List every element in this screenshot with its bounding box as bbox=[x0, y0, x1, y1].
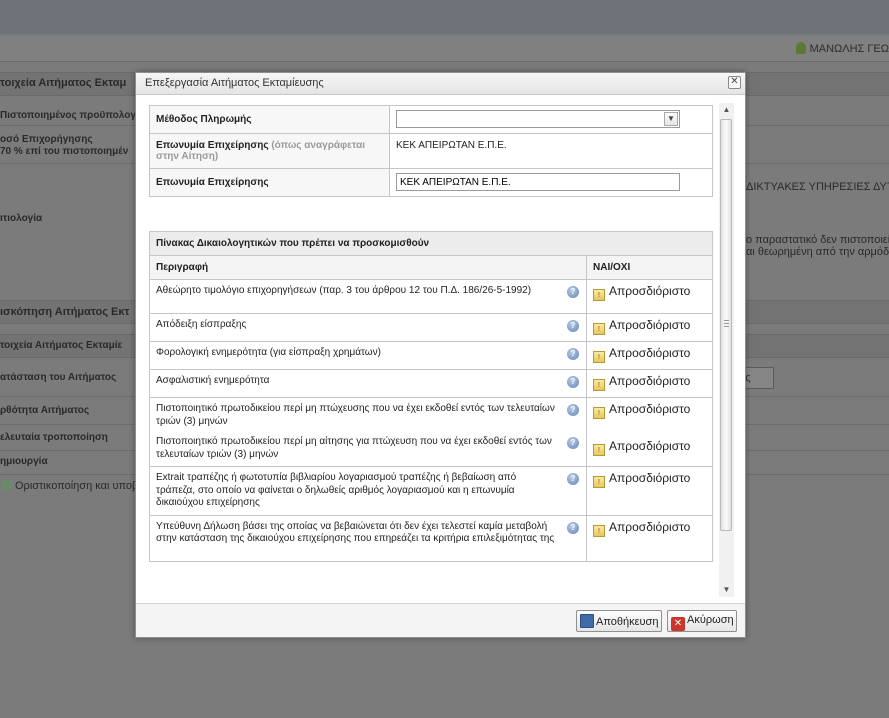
warning-icon: ! bbox=[593, 476, 605, 488]
help-icon[interactable]: ? bbox=[567, 404, 579, 416]
user-menu[interactable]: ΜΑΝΩΛΗΣ ΓΕΩ bbox=[795, 42, 889, 55]
doc-status-label: Απροσδιόριστο bbox=[609, 284, 691, 298]
bg-label: ατάσταση του Αιτήματος bbox=[0, 372, 117, 383]
finalize-label: Οριστικοποίηση και υποβ bbox=[15, 480, 139, 492]
doc-description: Αθεώρητο τιμολόγιο επιχορηγήσεων (παρ. 3… bbox=[156, 285, 532, 296]
grip-icon bbox=[724, 320, 729, 327]
bg-label: οσό Επιχορήγησης bbox=[0, 134, 93, 145]
close-icon[interactable]: ✕ bbox=[728, 76, 741, 89]
doc-status-label: Απροσδιόριστο bbox=[609, 402, 691, 416]
user-icon bbox=[795, 42, 806, 54]
bg-label: τοιχεία Αιτήματος Εκταμίε bbox=[0, 340, 123, 351]
bg-label: ημιουργία bbox=[0, 456, 48, 467]
save-label: Αποθήκευση bbox=[596, 616, 659, 628]
table-row: Extrait τραπέζης ή φωτοτυπία βιβλιαρίου … bbox=[149, 466, 713, 516]
company-name-label: Επωνυμία Επιχείρησης bbox=[149, 168, 390, 197]
company-name-input[interactable] bbox=[396, 173, 680, 191]
table-row: Πιστοποιητικό πρωτοδικείου περί μη πτώχε… bbox=[149, 397, 713, 467]
doc-description: Extrait τραπέζης ή φωτοτυπία βιβλιαρίου … bbox=[156, 472, 517, 508]
save-button[interactable]: Αποθήκευση bbox=[576, 610, 662, 632]
doc-description: Φορολογική ενημερότητα (για είσπραξη χρη… bbox=[156, 347, 381, 358]
scrollbar-thumb[interactable] bbox=[720, 119, 732, 531]
dialog-footer: Αποθήκευση ✕ Ακύρωση bbox=[136, 603, 745, 637]
doc-status-label: Απροσδιόριστο bbox=[609, 374, 691, 388]
doc-description: Πιστοποιητικό πρωτοδικείου περί μη πτώχε… bbox=[156, 403, 555, 427]
bg-label: ισκόπηση Αιτήματος Εκτ bbox=[0, 306, 130, 318]
help-icon[interactable]: ? bbox=[567, 286, 579, 298]
cancel-button[interactable]: ✕ Ακύρωση bbox=[667, 610, 737, 632]
warning-icon: ! bbox=[593, 289, 605, 301]
doc-status-label: Απροσδιόριστο bbox=[609, 471, 691, 485]
cancel-label: Ακύρωση bbox=[687, 614, 734, 626]
app-header bbox=[0, 0, 889, 34]
help-icon[interactable]: ? bbox=[567, 348, 579, 360]
warning-icon: ! bbox=[593, 323, 605, 335]
doc-status[interactable]: ! Απροσδιόριστο bbox=[586, 466, 713, 516]
warning-icon: ! bbox=[593, 379, 605, 391]
doc-status-label: Απροσδιόριστο bbox=[609, 346, 691, 360]
warning-icon: ! bbox=[593, 444, 605, 456]
bg-right-text: ο παραστατικό δεν πιστοποιεί bbox=[746, 234, 889, 246]
dialog-scrollbar[interactable]: ▲ ▼ bbox=[719, 103, 734, 597]
chevron-down-icon[interactable]: ▼ bbox=[664, 112, 678, 126]
documents-caption: Πίνακας Δικαιολογητικών που πρέπει να πρ… bbox=[149, 231, 713, 256]
bg-label: 70 % επί του πιστοποιημέν bbox=[0, 146, 129, 157]
doc-description: Ασφαλιστική ενημερότητα bbox=[156, 375, 270, 386]
doc-description: Απόδειξη είσπραξης bbox=[156, 319, 247, 330]
dialog-titlebar[interactable]: Επεξεργασία Αιτήματος Εκταμίευσης ✕ bbox=[136, 73, 745, 95]
documents-table: Πίνακας Δικαιολογητικών που πρέπει να πρ… bbox=[149, 231, 713, 562]
help-icon[interactable]: ? bbox=[567, 521, 579, 534]
warning-icon: ! bbox=[593, 351, 605, 363]
user-bar bbox=[0, 36, 889, 62]
dialog-body: Μέθοδος Πληρωμής ▼ Επωνυμία Επιχείρησης … bbox=[136, 95, 745, 603]
doc-description: Υπεύθυνη Δήλωση βάσει της οποίας να βεβα… bbox=[156, 520, 555, 545]
doc-status-label: Απροσδιόριστο bbox=[609, 318, 691, 332]
help-icon[interactable]: ? bbox=[567, 473, 579, 485]
doc-status[interactable]: ! Απροσδιόριστο bbox=[586, 279, 713, 314]
col-description-header: Περιγραφή bbox=[149, 255, 587, 280]
save-icon bbox=[580, 614, 594, 628]
bg-label: ιτιολογία bbox=[0, 213, 43, 224]
bg-label: Πιστοποιημένος προϋπολογι bbox=[0, 110, 139, 121]
warning-icon: ! bbox=[593, 524, 605, 537]
bg-label: ελευταία τροποποίηση bbox=[0, 432, 108, 443]
table-row: Αθεώρητο τιμολόγιο επιχορηγήσεων (παρ. 3… bbox=[149, 279, 713, 314]
user-name: ΜΑΝΩΛΗΣ ΓΕΩ bbox=[809, 43, 889, 55]
col-yesno-header: ΝΑΙ/ΟΧΙ bbox=[586, 255, 713, 280]
table-row: Υπεύθυνη Δήλωση βάσει της οποίας να βεβα… bbox=[149, 514, 713, 562]
table-row: Απόδειξη είσπραξης? ! Απροσδιόριστο bbox=[149, 313, 713, 342]
payment-form: Μέθοδος Πληρωμής ▼ Επωνυμία Επιχείρησης … bbox=[149, 105, 713, 197]
dialog-title: Επεξεργασία Αιτήματος Εκταμίευσης bbox=[145, 77, 324, 89]
finalize-link[interactable]: Οριστικοποίηση και υποβ bbox=[2, 480, 138, 492]
doc-status[interactable]: ! Απροσδιόριστο bbox=[586, 313, 713, 342]
doc-status[interactable]: ! Απροσδιόριστο bbox=[586, 369, 713, 398]
scroll-down-icon[interactable]: ▼ bbox=[721, 585, 732, 595]
doc-status[interactable]: ! Απροσδιόριστο bbox=[586, 514, 713, 562]
help-icon[interactable]: ? bbox=[567, 437, 579, 449]
payment-method-select[interactable]: ▼ bbox=[396, 110, 680, 128]
help-icon[interactable]: ? bbox=[567, 320, 579, 332]
cancel-icon: ✕ bbox=[671, 617, 685, 631]
bg-label: ρθότητα Αιτήματος bbox=[0, 405, 90, 416]
scroll-up-icon[interactable]: ▲ bbox=[721, 105, 732, 115]
doc-status-label: Απροσδιόριστο bbox=[609, 439, 691, 453]
warning-icon: ! bbox=[593, 407, 605, 419]
bg-right-text: αι θεωρημένη από την αρμόδι bbox=[746, 246, 889, 258]
table-row: Ασφαλιστική ενημερότητα? ! Απροσδιόριστο bbox=[149, 369, 713, 398]
company-name-app-value: ΚΕΚ ΑΠΕΙΡΩΤΑΝ Ε.Π.Ε. bbox=[389, 133, 713, 169]
bg-label: τοιχεία Αιτήματος Εκταμ bbox=[0, 77, 127, 89]
doc-status[interactable]: ! Απροσδιόριστο ! Απροσδιόριστο bbox=[586, 397, 713, 467]
doc-status-label: Απροσδιόριστο bbox=[609, 519, 691, 534]
finalize-icon bbox=[2, 480, 12, 490]
doc-status[interactable]: ! Απροσδιόριστο bbox=[586, 341, 713, 370]
doc-description: Πιστοποιητικό πρωτοδικείου περί μη αίτησ… bbox=[156, 436, 552, 460]
table-row: Φορολογική ενημερότητα (για είσπραξη χρη… bbox=[149, 341, 713, 370]
payment-method-label: Μέθοδος Πληρωμής bbox=[149, 105, 390, 134]
bg-right-text: ΔΙΚΤΥΑΚΕΣ ΥΠΗΡΕΣΙΕΣ ΔΥΤΙΚ bbox=[746, 181, 889, 193]
help-icon[interactable]: ? bbox=[567, 376, 579, 388]
edit-disbursement-dialog: Επεξεργασία Αιτήματος Εκταμίευσης ✕ Μέθο… bbox=[135, 72, 746, 638]
company-name-app-label: Επωνυμία Επιχείρησης bbox=[156, 140, 269, 151]
